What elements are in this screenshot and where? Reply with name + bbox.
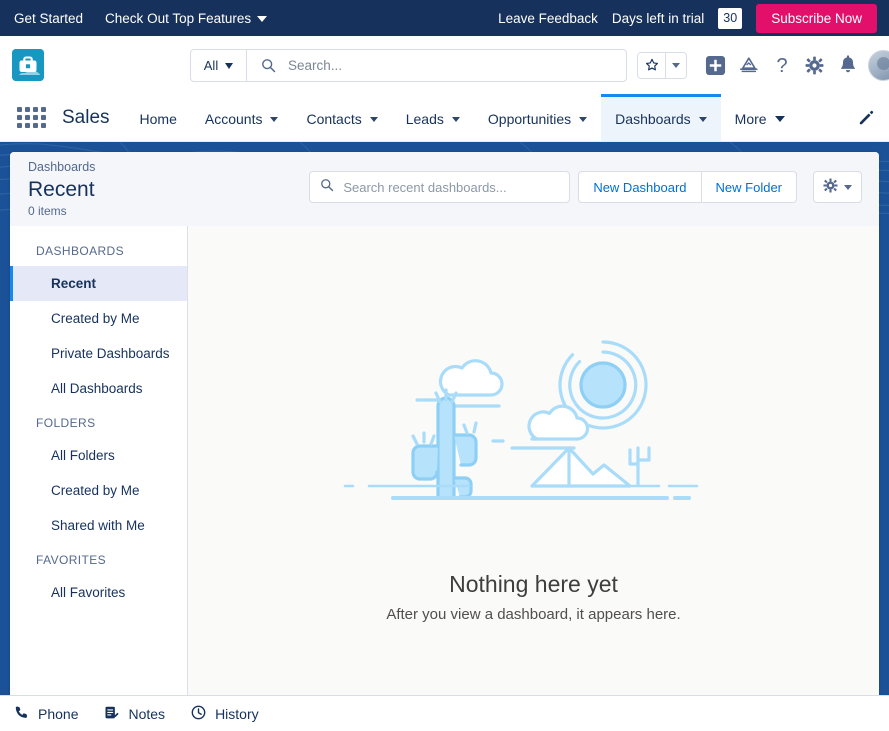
nav-item-label: Leads: [405, 111, 444, 127]
global-search-input[interactable]: [276, 50, 626, 81]
notes-icon: [104, 705, 120, 723]
utility-phone-label: Phone: [38, 705, 79, 722]
search-icon: [320, 178, 334, 197]
global-header-actions: ?: [637, 36, 889, 94]
desert-cactus-sun-illustration: [339, 338, 729, 533]
utility-phone[interactable]: Phone: [14, 705, 78, 723]
sidebar-group-title: DASHBOARDS: [36, 244, 125, 258]
sidebar-item-created-by-me[interactable]: Created by Me: [10, 301, 187, 336]
dashboards-page-card: Dashboards Recent 0 items New Dashboard …: [10, 152, 879, 718]
chevron-down-icon: [579, 116, 588, 122]
favorites-star-icon[interactable]: [638, 52, 666, 78]
utility-bar: Phone Notes History: [0, 695, 889, 731]
salesforce-dashboards-page: Get Started Check Out Top Features Leave…: [0, 0, 889, 731]
top-features-label: Check Out Top Features: [105, 10, 252, 26]
get-started-link[interactable]: Get Started: [14, 11, 83, 26]
utility-notes[interactable]: Notes: [104, 705, 165, 723]
dashboard-search-input[interactable]: [334, 179, 570, 195]
nav-item-more[interactable]: More: [721, 94, 799, 141]
nav-item-label: Dashboards: [615, 111, 691, 127]
chevron-down-icon: [844, 184, 852, 190]
app-launcher-icon[interactable]: [14, 94, 48, 141]
favorites-dropdown-icon[interactable]: [666, 52, 686, 78]
nav-item-label: Opportunities: [487, 111, 572, 127]
page-title: Recent: [28, 177, 95, 201]
salesforce-briefcase-logo[interactable]: [12, 49, 44, 81]
chevron-down-icon: [257, 15, 268, 22]
utility-history[interactable]: History: [191, 705, 259, 723]
sidebar-item-recent[interactable]: Recent: [10, 266, 187, 301]
days-left-badge: 30: [718, 7, 743, 29]
nav-item-leads[interactable]: Leads: [392, 94, 474, 141]
sidebar-item-all-dashboards[interactable]: All Dashboards: [10, 371, 187, 406]
nav-item-home[interactable]: Home: [126, 94, 191, 141]
settings-gear-icon: [823, 178, 838, 196]
subscribe-now-button[interactable]: Subscribe Now: [756, 3, 877, 33]
chevron-down-icon: [698, 116, 707, 122]
nav-item-accounts[interactable]: Accounts: [191, 94, 293, 141]
clock-icon: [191, 705, 206, 723]
chevron-down-icon: [270, 116, 279, 122]
nav-item-label: More: [734, 111, 767, 127]
app-name[interactable]: Sales: [48, 94, 126, 141]
sidebar-item-private-dashboards[interactable]: Private Dashboards: [10, 336, 187, 371]
chevron-down-icon: [451, 116, 460, 122]
days-left-label: Days left in trial: [611, 10, 705, 26]
nav-item-opportunities[interactable]: Opportunities: [474, 94, 601, 141]
pencil-icon[interactable]: [844, 94, 889, 141]
nav-item-label: Home: [139, 111, 177, 127]
page-body: DASHBOARDS Recent Created by Me Private Das…: [10, 226, 879, 718]
nav-item-label: Contacts: [306, 111, 362, 127]
nav-item-contacts[interactable]: Contacts: [292, 94, 391, 141]
global-search-bar: All: [190, 49, 627, 82]
chevron-down-icon: [774, 116, 785, 122]
page-settings-gear-button[interactable]: [813, 171, 862, 203]
app-navigation-bar: Sales Home Accounts Contacts Leads Opportuni…: [0, 94, 889, 142]
leave-feedback-link[interactable]: Leave Feedback: [498, 11, 598, 26]
chevron-down-icon: [369, 116, 378, 122]
empty-state-subtitle: After you view a dashboard, it appears h…: [386, 606, 681, 623]
search-scope-label: All: [203, 58, 219, 73]
utility-notes-label: Notes: [128, 705, 166, 722]
breadcrumb: Dashboards: [28, 159, 96, 174]
add-icon[interactable]: [699, 45, 732, 85]
user-avatar[interactable]: [868, 49, 889, 81]
dashboards-sidebar: DASHBOARDS Recent Created by Me Private Das…: [10, 226, 188, 718]
sidebar-item-all-folders[interactable]: All Folders: [10, 438, 187, 473]
sidebar-item-shared-with-me[interactable]: Shared with Me: [10, 508, 187, 543]
page-action-buttons: New Dashboard New Folder: [578, 171, 797, 203]
chevron-down-icon: [225, 62, 234, 69]
phone-icon: [14, 705, 29, 723]
top-features-menu[interactable]: Check Out Top Features: [105, 10, 268, 26]
setup-gear-icon[interactable]: [798, 45, 831, 85]
favorites-group: [637, 51, 687, 79]
nav-item-dashboards[interactable]: Dashboards: [601, 94, 721, 141]
svg-text:?: ?: [776, 55, 787, 76]
empty-state-title: Nothing here yet: [449, 571, 618, 597]
item-count: 0 items: [28, 203, 67, 218]
search-scope-selector[interactable]: All: [191, 50, 247, 81]
trial-banner: Get Started Check Out Top Features Leave…: [0, 0, 889, 36]
utility-history-label: History: [215, 705, 259, 722]
new-folder-button[interactable]: New Folder: [701, 171, 797, 203]
notifications-bell-icon[interactable]: [831, 45, 864, 85]
search-icon: [261, 58, 276, 73]
help-icon[interactable]: ?: [765, 45, 798, 85]
app-mountain-icon[interactable]: [732, 45, 765, 85]
page-background-band: Dashboards Recent 0 items New Dashboard …: [0, 142, 889, 718]
sidebar-group-title: FAVORITES: [36, 553, 107, 567]
nav-item-label: Accounts: [204, 111, 263, 127]
sidebar-item-all-favorites[interactable]: All Favorites: [10, 575, 187, 610]
dashboard-search-box: [309, 171, 571, 203]
nav-items: Home Accounts Contacts Leads Opportunities Da…: [126, 94, 799, 141]
sidebar-group-title: FOLDERS: [36, 416, 96, 430]
page-header: Dashboards Recent 0 items New Dashboard …: [10, 152, 879, 226]
new-dashboard-button[interactable]: New Dashboard: [578, 171, 702, 203]
dashboards-content-area: Nothing here yet After you view a dashbo…: [188, 226, 879, 718]
global-header: All Search... ?: [0, 36, 889, 94]
sidebar-item-created-by-me[interactable]: Created by Me: [10, 473, 187, 508]
